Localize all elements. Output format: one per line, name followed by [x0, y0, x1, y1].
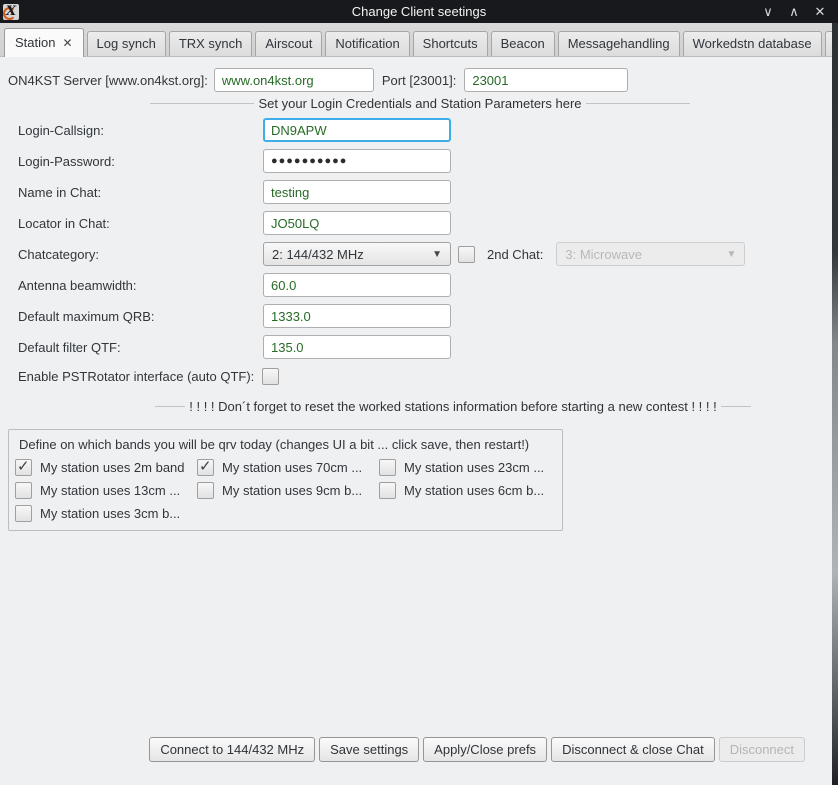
window-title: Change Client seetings — [0, 4, 838, 19]
disconnect-button: Disconnect — [719, 737, 805, 762]
band-2m-item: My station uses 2m band — [15, 459, 197, 476]
antenna-beamwidth-input[interactable] — [263, 273, 451, 297]
station-tab-panel: ON4KST Server [www.on4kst.org]: Port [23… — [0, 57, 838, 531]
band-6cm-checkbox[interactable] — [379, 482, 396, 499]
default-filter-qtf-label: Default filter QTF: — [18, 340, 263, 355]
default-max-qrb-row: Default maximum QRB: — [18, 304, 838, 328]
band-13cm-label: My station uses 13cm ... — [40, 483, 180, 498]
band-13cm-checkbox[interactable] — [15, 482, 32, 499]
second-chat-select: 3: Microwave ▼ — [556, 242, 745, 266]
second-chat-label: 2nd Chat: — [487, 247, 543, 262]
connect-button[interactable]: Connect to 144/432 MHz — [149, 737, 315, 762]
band-70cm-label: My station uses 70cm ... — [222, 460, 362, 475]
contest-warning-separator: ! ! ! ! Don´t forget to reset the worked… — [155, 399, 751, 414]
band-3cm-checkbox[interactable] — [15, 505, 32, 522]
pstrotator-label: Enable PSTRotator interface (auto QTF): — [18, 369, 254, 384]
form-rows: Login-Callsign: Login-Password: Name in … — [18, 118, 838, 386]
band-6cm-label: My station uses 6cm b... — [404, 483, 544, 498]
login-password-row: Login-Password: — [18, 149, 838, 173]
save-settings-button[interactable]: Save settings — [319, 737, 419, 762]
antenna-beamwidth-row: Antenna beamwidth: — [18, 273, 838, 297]
default-max-qrb-label: Default maximum QRB: — [18, 309, 263, 324]
separator-line — [150, 103, 254, 104]
tab-beacon[interactable]: Beacon — [491, 31, 555, 56]
tab-bar: Station ✕ Log synch TRX synch Airscout No… — [0, 23, 838, 57]
second-chat-checkbox[interactable] — [458, 246, 475, 263]
tab-notification[interactable]: Notification — [325, 31, 409, 56]
server-row: ON4KST Server [www.on4kst.org]: Port [23… — [8, 67, 838, 93]
bands-groupbox-title: Define on which bands you will be qrv to… — [19, 437, 554, 452]
server-label: ON4KST Server [www.on4kst.org]: — [8, 73, 208, 88]
chatcategory-row: Chatcategory: 2: 144/432 MHz ▼ 2nd Chat:… — [18, 242, 838, 266]
band-13cm-item: My station uses 13cm ... — [15, 482, 197, 499]
name-in-chat-input[interactable] — [263, 180, 451, 204]
server-input[interactable] — [214, 68, 374, 92]
login-password-input[interactable] — [263, 149, 451, 173]
band-70cm-checkbox[interactable] — [197, 459, 214, 476]
second-chat-value: 3: Microwave — [565, 247, 642, 262]
second-chat-group: 2nd Chat: 3: Microwave ▼ — [451, 242, 745, 266]
separator-line — [721, 406, 751, 407]
bands-grid: My station uses 2m band My station uses … — [15, 459, 554, 522]
band-3cm-label: My station uses 3cm b... — [40, 506, 180, 521]
band-6cm-item: My station uses 6cm b... — [379, 482, 554, 499]
chevron-down-icon: ▼ — [432, 249, 442, 260]
chevron-down-icon: ▼ — [726, 249, 736, 260]
credentials-separator-text: Set your Login Credentials and Station P… — [254, 96, 585, 111]
credentials-separator: Set your Login Credentials and Station P… — [150, 96, 690, 111]
login-callsign-label: Login-Callsign: — [18, 123, 263, 138]
tab-station[interactable]: Station ✕ — [4, 28, 84, 57]
separator-line — [586, 103, 690, 104]
tab-shortcuts[interactable]: Shortcuts — [413, 31, 488, 56]
footer-buttons: Connect to 144/432 MHz Save settings App… — [149, 737, 805, 762]
pstrotator-row: Enable PSTRotator interface (auto QTF): — [18, 366, 838, 386]
window-controls: ∨ ∧ ✕ — [760, 0, 838, 23]
band-2m-label: My station uses 2m band — [40, 460, 185, 475]
chatcategory-value: 2: 144/432 MHz — [272, 247, 364, 262]
name-in-chat-label: Name in Chat: — [18, 185, 263, 200]
login-callsign-row: Login-Callsign: — [18, 118, 838, 142]
chatcategory-label: Chatcategory: — [18, 247, 263, 262]
apply-close-prefs-button[interactable]: Apply/Close prefs — [423, 737, 547, 762]
pstrotator-checkbox[interactable] — [262, 368, 279, 385]
tab-messagehandling[interactable]: Messagehandling — [558, 31, 680, 56]
band-3cm-item: My station uses 3cm b... — [15, 505, 197, 522]
name-in-chat-row: Name in Chat: — [18, 180, 838, 204]
chatcategory-select[interactable]: 2: 144/432 MHz ▼ — [263, 242, 451, 266]
bands-groupbox: Define on which bands you will be qrv to… — [8, 429, 563, 531]
band-9cm-item: My station uses 9cm b... — [197, 482, 379, 499]
port-label: Port [23001]: — [382, 73, 456, 88]
login-callsign-input[interactable] — [263, 118, 451, 142]
close-icon[interactable]: ✕ — [812, 0, 828, 23]
maximize-icon[interactable]: ∧ — [786, 0, 802, 23]
locator-in-chat-input[interactable] — [263, 211, 451, 235]
default-filter-qtf-input[interactable] — [263, 335, 451, 359]
band-9cm-label: My station uses 9cm b... — [222, 483, 362, 498]
band-23cm-item: My station uses 23cm ... — [379, 459, 554, 476]
band-2m-checkbox[interactable] — [15, 459, 32, 476]
minimize-icon[interactable]: ∨ — [760, 0, 776, 23]
band-23cm-label: My station uses 23cm ... — [404, 460, 544, 475]
band-70cm-item: My station uses 70cm ... — [197, 459, 379, 476]
login-password-label: Login-Password: — [18, 154, 263, 169]
tab-close-icon[interactable]: ✕ — [62, 36, 72, 50]
locator-in-chat-row: Locator in Chat: — [18, 211, 838, 235]
tab-log-synch[interactable]: Log synch — [87, 31, 166, 56]
default-filter-qtf-row: Default filter QTF: — [18, 335, 838, 359]
contest-warning-text: ! ! ! ! Don´t forget to reset the worked… — [185, 399, 720, 414]
band-9cm-checkbox[interactable] — [197, 482, 214, 499]
separator-line — [155, 406, 185, 407]
tab-workedstn-database[interactable]: Workedstn database — [683, 31, 822, 56]
disconnect-close-chat-button[interactable]: Disconnect & close Chat — [551, 737, 715, 762]
locator-in-chat-label: Locator in Chat: — [18, 216, 263, 231]
antenna-beamwidth-label: Antenna beamwidth: — [18, 278, 263, 293]
titlebar: X Change Client seetings ∨ ∧ ✕ — [0, 0, 838, 23]
tab-station-label: Station — [15, 35, 55, 50]
tab-airscout[interactable]: Airscout — [255, 31, 322, 56]
default-max-qrb-input[interactable] — [263, 304, 451, 328]
port-input[interactable] — [464, 68, 628, 92]
band-23cm-checkbox[interactable] — [379, 459, 396, 476]
tab-trx-synch[interactable]: TRX synch — [169, 31, 253, 56]
